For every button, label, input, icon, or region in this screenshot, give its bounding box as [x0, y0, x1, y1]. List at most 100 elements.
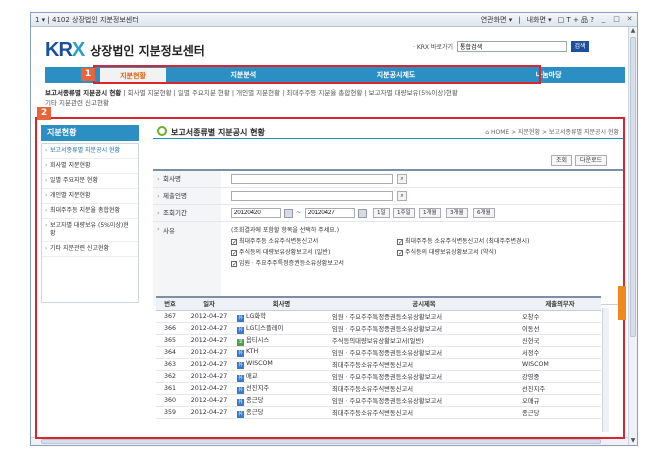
sidebar-item-bulk-holding[interactable]: 보고자별 대량보유 (5%이상)현황: [42, 219, 138, 242]
table-row[interactable]: 359 2012-04-27 유 종근당 최대주주등소유주식변동신고서 종근당: [156, 406, 601, 419]
side-quick-tab[interactable]: [618, 286, 626, 320]
col-company[interactable]: 회사명: [234, 298, 329, 311]
my-screen-menu[interactable]: 내화면 ▾: [527, 15, 552, 25]
date-to-input[interactable]: [305, 208, 355, 218]
close-icon[interactable]: ✕: [626, 16, 633, 23]
calendar-to-icon[interactable]: [358, 209, 367, 218]
vertical-scrollbar[interactable]: ▲ ▼: [628, 27, 637, 445]
check-major-change-owner[interactable]: ✓ 최대주주등 소유주식변동신고서 (최대주주변경시): [397, 236, 529, 246]
row-title[interactable]: 임원ㆍ주요주주특정증권등소유상황보고서: [329, 394, 519, 407]
search-query-button[interactable]: 조회: [551, 155, 573, 166]
row-filer: 신현국: [519, 334, 601, 347]
checkbox-checked-icon[interactable]: ✓: [397, 239, 403, 246]
table-row[interactable]: 362 2012-04-27 유 매교 임원ㆍ주요주주특정증권등소유상황보고서 강영중: [156, 370, 601, 383]
submitter-search-icon[interactable]: ⌕: [397, 191, 407, 201]
row-title[interactable]: 최대주주등소유주식변동신고서: [329, 358, 519, 371]
download-button[interactable]: 다운로드: [575, 155, 608, 166]
subnav-links[interactable]: | 회사별 지분현황 | 일별 주요지분 현황 | 개인별 지분현황 | 최대주…: [121, 89, 457, 97]
row-title[interactable]: 임원ㆍ주요주주특정증권등소유상황보고서: [329, 310, 519, 323]
table-row[interactable]: 360 2012-04-27 유 종근당 임원ㆍ주요주주특정증권등소유상황보고서 오매규: [156, 394, 601, 407]
calendar-from-icon[interactable]: [284, 209, 293, 218]
scroll-down-icon[interactable]: ▼: [629, 437, 637, 445]
row-company[interactable]: 유 매교: [234, 370, 329, 383]
row-title[interactable]: 임원ㆍ주요주주특정증권등소유상황보고서: [329, 322, 519, 335]
table-row[interactable]: 363 2012-04-27 유 WISCOM 최대주주등소유주식변동신고서 WISCOM: [156, 358, 601, 371]
checkbox-checked-icon[interactable]: ✓: [231, 261, 237, 268]
period-1day-button[interactable]: 1일: [373, 208, 390, 218]
checkbox-checked-icon[interactable]: ✓: [231, 250, 237, 257]
row-title[interactable]: 최대주주등소유주식변동신고서: [329, 406, 519, 419]
row-company[interactable]: 유 LG화학: [234, 310, 329, 323]
sidebar-item-company[interactable]: 회사별 지분현황: [42, 159, 138, 174]
results-table: 번호 일자 회사명 공시제목 제출의무자 367 2012-04-27 유 LG화학 임…: [156, 296, 601, 419]
market-tag-icon: 유: [237, 326, 244, 334]
row-company[interactable]: 유 종근당: [234, 394, 329, 407]
market-tag-icon: 유: [237, 361, 244, 369]
sidebar-item-report-type[interactable]: 보고서종류별 지분공시 현황: [42, 144, 138, 159]
scroll-up-icon[interactable]: ▲: [629, 27, 637, 35]
row-title[interactable]: 최대주주등소유주식변동신고서: [329, 382, 519, 395]
row-company[interactable]: 코 옵티시스: [234, 334, 329, 347]
company-input[interactable]: [231, 174, 393, 184]
check-bulk-brief[interactable]: ✓ 주식등의 대량보유상황보고서 (약식): [397, 247, 496, 257]
sidebar-item-other[interactable]: 기타 지분관련 신고현황: [42, 242, 138, 257]
sidebar-item-daily[interactable]: 일별 주요지분 현황: [42, 174, 138, 189]
check-major-change[interactable]: ✓ 최대주주등 소유주식변동신고서: [231, 236, 318, 246]
toolbar-icons[interactable]: □ T + 品 ?: [558, 15, 594, 25]
company-name: 옵티시스: [246, 336, 270, 344]
sidebar-item-individual[interactable]: 개인별 지분현황: [42, 189, 138, 204]
krx-shortcut-label[interactable]: · KRX 바로가기: [413, 42, 453, 51]
col-title[interactable]: 공시제목: [329, 298, 519, 311]
company-name: KTH: [246, 347, 259, 355]
row-company[interactable]: 유 선진지주: [234, 382, 329, 395]
minimize-icon[interactable]: _: [600, 16, 607, 23]
col-filer[interactable]: 제출의무자: [519, 298, 601, 311]
table-scrollbar[interactable]: [602, 308, 609, 432]
row-company[interactable]: 유 WISCOM: [234, 358, 329, 371]
breadcrumb[interactable]: ⌂ HOME > 지분현황 > 보고서종류별 지분공시 현황: [485, 127, 619, 136]
search-input[interactable]: [457, 41, 568, 52]
row-date: 2012-04-27: [184, 406, 234, 419]
row-no: 366: [156, 322, 184, 335]
period-6month-button[interactable]: 6개월: [473, 208, 495, 218]
company-name: 선진지주: [246, 384, 270, 392]
sidebar-item-major-shareholder[interactable]: 최대주주등 지분율 총합현황: [42, 204, 138, 219]
table-row[interactable]: 367 2012-04-27 유 LG화학 임원ㆍ주요주주특정증권등소유상황보고서 오창수: [156, 310, 601, 323]
row-company[interactable]: 유 LG디스플레이: [234, 322, 329, 335]
row-title[interactable]: 임원ㆍ주요주주특정증권등소유상황보고서: [329, 346, 519, 359]
row-company[interactable]: 유 KTH: [234, 346, 329, 359]
site-logo[interactable]: KRX 상장법인 지분정보센터: [45, 39, 205, 62]
period-1week-button[interactable]: 1주일: [393, 208, 415, 218]
table-row[interactable]: 364 2012-04-27 유 KTH 임원ㆍ주요주주특정증권등소유상황보고서 서정수: [156, 346, 601, 359]
company-search-icon[interactable]: ⌕: [397, 174, 407, 184]
scroll-thumb-h[interactable]: [41, 439, 601, 444]
maximize-icon[interactable]: □: [613, 16, 620, 23]
row-filer: 선진지주: [519, 382, 601, 395]
check-executive[interactable]: ✓ 임원ㆍ주요주주특정증권등소유상황보고서: [231, 258, 344, 268]
reason-label: 사유: [153, 222, 221, 306]
scroll-thumb[interactable]: [630, 37, 636, 337]
company-name: LG화학: [246, 312, 266, 320]
submitter-input[interactable]: [231, 191, 393, 201]
row-no: 361: [156, 382, 184, 395]
period-1month-button[interactable]: 1개월: [419, 208, 441, 218]
table-row[interactable]: 361 2012-04-27 유 선진지주 최대주주등소유주식변동신고서 선진지주: [156, 382, 601, 395]
col-date[interactable]: 일자: [184, 298, 234, 311]
checkbox-checked-icon[interactable]: ✓: [397, 250, 403, 257]
subnav-line2[interactable]: 기타 지분관련 신고현황: [45, 98, 625, 108]
row-company[interactable]: 유 종근당: [234, 406, 329, 419]
row-title[interactable]: 주식등의대량보유상황보고서(일반): [329, 334, 519, 347]
col-no[interactable]: 번호: [156, 298, 184, 311]
table-header-row: 번호 일자 회사명 공시제목 제출의무자: [156, 298, 601, 311]
check-bulk-general[interactable]: ✓ 주식등의 대량보유상황보고서 (일반): [231, 247, 330, 257]
table-row[interactable]: 365 2012-04-27 코 옵티시스 주식등의대량보유상황보고서(일반) 신현국: [156, 334, 601, 347]
period-3month-button[interactable]: 3개월: [446, 208, 468, 218]
related-screen-menu[interactable]: 연관화면 ▾: [481, 15, 513, 25]
period-label: 조회기간: [153, 205, 221, 222]
checkbox-checked-icon[interactable]: ✓: [231, 239, 237, 246]
subnav-current[interactable]: 보고서종류별 지분공시 현황: [45, 89, 121, 97]
search-button[interactable]: 검색: [571, 41, 590, 52]
row-title[interactable]: 임원ㆍ주요주주특정증권등소유상황보고서: [329, 370, 519, 383]
table-row[interactable]: 366 2012-04-27 유 LG디스플레이 임원ㆍ주요주주특정증권등소유상황보고서…: [156, 322, 601, 335]
date-from-input[interactable]: [231, 208, 281, 218]
